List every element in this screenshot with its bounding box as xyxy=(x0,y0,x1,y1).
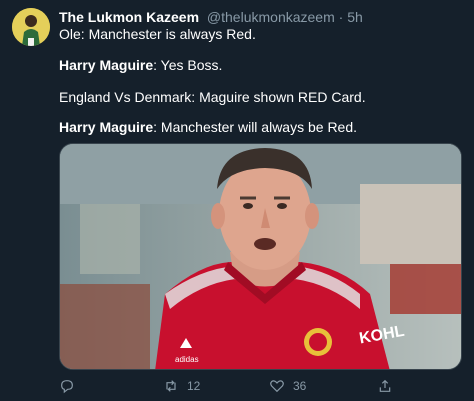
avatar[interactable] xyxy=(12,8,50,46)
club-crest xyxy=(304,328,332,356)
like-count: 36 xyxy=(293,379,307,393)
tweet[interactable]: The Lukmon Kazeem @thelukmonkazeem · 5h … xyxy=(0,0,474,401)
photo-illustration: adidas KOHL xyxy=(60,144,461,369)
retweet-count: 12 xyxy=(187,379,201,393)
retweet-icon xyxy=(163,378,179,394)
tweet-photo[interactable]: adidas KOHL xyxy=(59,143,462,370)
tweet-header: The Lukmon Kazeem @thelukmonkazeem · 5h xyxy=(59,9,363,26)
brand-text: adidas xyxy=(175,355,199,364)
like-button[interactable]: 36 xyxy=(269,376,306,396)
tweet-line-4: Harry Maguire: Manchester will always be… xyxy=(59,119,357,136)
speaker-name: Harry Maguire xyxy=(59,119,154,135)
tweet-line-3: England Vs Denmark: Maguire shown RED Ca… xyxy=(59,89,366,106)
share-icon xyxy=(377,378,393,394)
tweet-line-text: Ole: Manchester is always Red. xyxy=(59,26,256,42)
user-handle[interactable]: @thelukmonkazeem xyxy=(207,9,335,25)
tweet-line-2: Harry Maguire: Yes Boss. xyxy=(59,57,222,74)
speaker-name: Harry Maguire xyxy=(59,57,154,73)
share-button[interactable] xyxy=(377,376,401,396)
action-bar: 12 36 xyxy=(59,376,462,396)
display-name[interactable]: The Lukmon Kazeem xyxy=(59,9,199,25)
tweet-line-1: Ole: Manchester is always Red. xyxy=(59,26,256,43)
separator-dot: · xyxy=(338,9,344,25)
tweet-line-text: : Yes Boss. xyxy=(153,57,223,73)
tweet-line-text: : Manchester will always be Red. xyxy=(153,119,358,135)
tweet-line-text: England Vs Denmark: Maguire shown RED Ca… xyxy=(59,89,366,105)
timestamp[interactable]: 5h xyxy=(347,9,363,25)
reply-button[interactable] xyxy=(59,376,83,396)
avatar-image xyxy=(12,8,50,46)
retweet-button[interactable]: 12 xyxy=(163,376,200,396)
like-icon xyxy=(269,378,285,394)
reply-icon xyxy=(59,378,75,394)
